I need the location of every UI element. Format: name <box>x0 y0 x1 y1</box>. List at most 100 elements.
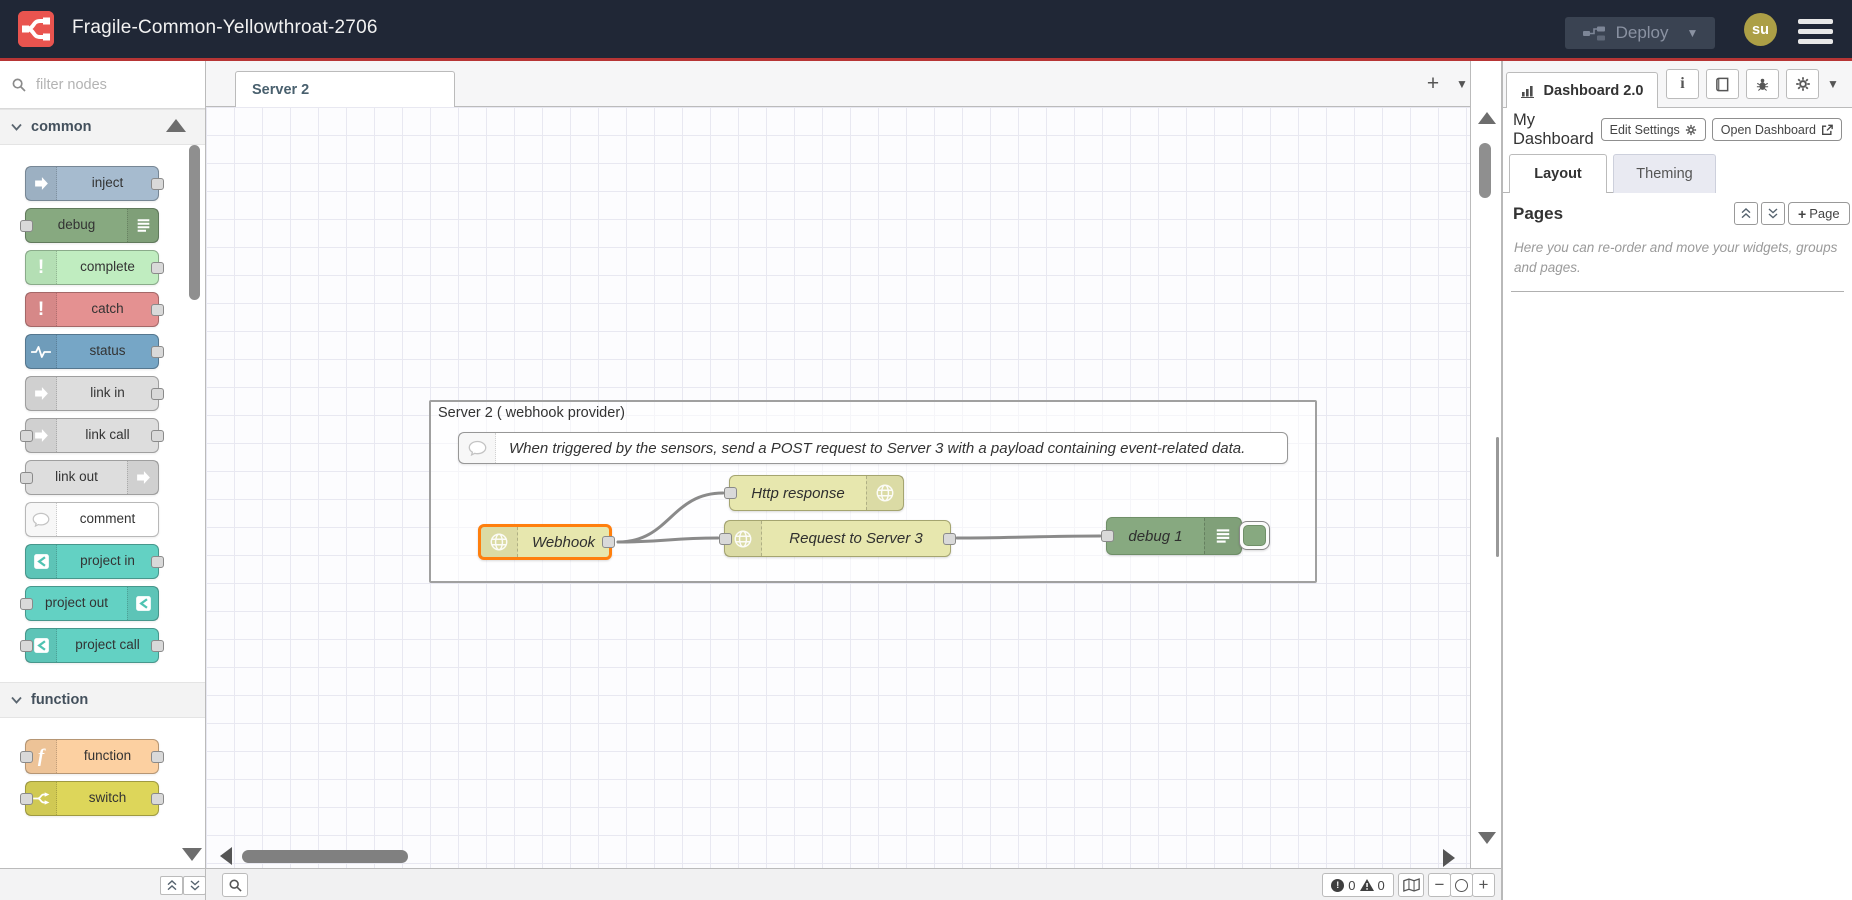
palette-node-label: project call <box>57 629 158 662</box>
node-label: Request to Server 3 <box>762 521 950 556</box>
tab-server-2[interactable]: Server 2 <box>235 71 455 107</box>
debug-button[interactable] <box>1746 69 1779 99</box>
navigator-button[interactable] <box>1398 873 1424 897</box>
palette-node-link-in[interactable]: link in <box>25 376 159 411</box>
output-port[interactable] <box>151 178 164 190</box>
output-port[interactable] <box>602 536 615 548</box>
input-port[interactable] <box>724 487 737 499</box>
search-input[interactable] <box>34 76 178 94</box>
input-port[interactable] <box>20 793 33 805</box>
help-button[interactable] <box>1706 69 1739 99</box>
input-port[interactable] <box>20 472 33 484</box>
palette-node-link-call[interactable]: link call <box>25 418 159 453</box>
output-port[interactable] <box>151 388 164 400</box>
category-header-function[interactable]: function <box>0 682 205 718</box>
header-bar: Fragile-Common-Yellowthroat-2706 Deploy … <box>0 0 1852 58</box>
node-webhook[interactable]: Webhook <box>478 524 612 560</box>
input-port[interactable] <box>1101 530 1114 542</box>
palette-node-project-call[interactable]: project call <box>25 628 159 663</box>
group-title: Server 2 ( webhook provider) <box>438 405 625 421</box>
palette-node-label: complete <box>57 251 158 284</box>
input-port[interactable] <box>20 430 33 442</box>
palette-scroll-down[interactable] <box>182 848 202 861</box>
node-http-response[interactable]: Http response <box>729 475 904 511</box>
config-button[interactable] <box>1786 69 1819 99</box>
zoom-reset-button[interactable] <box>1450 873 1473 897</box>
flow-list-chevron-icon[interactable]: ▼ <box>1456 77 1468 91</box>
add-flow-button[interactable]: + <box>1418 69 1448 99</box>
palette-node-comment[interactable]: comment <box>25 502 159 537</box>
canvas-search-button[interactable] <box>222 873 248 897</box>
palette-node-switch[interactable]: switch <box>25 781 159 816</box>
palette-node-project-out[interactable]: project out <box>25 586 159 621</box>
palette-node-link-out[interactable]: link out <box>25 460 159 495</box>
comment-node[interactable]: When triggered by the sensors, send a PO… <box>458 432 1288 464</box>
sidebar-resize-grip[interactable] <box>1496 437 1499 557</box>
palette-node-inject[interactable]: inject <box>25 166 159 201</box>
v-scroll-up[interactable] <box>1478 112 1496 124</box>
chevron-down-icon[interactable]: ▼ <box>1687 26 1699 40</box>
tab-dashboard-2-0[interactable]: Dashboard 2.0 <box>1506 72 1658 108</box>
palette-scrollbar-thumb[interactable] <box>189 145 200 300</box>
v-scroll-down[interactable] <box>1478 832 1496 844</box>
palette-scroll-up[interactable] <box>166 119 186 132</box>
palette-node-catch[interactable]: !catch <box>25 292 159 327</box>
output-port[interactable] <box>151 793 164 805</box>
move-page-down-button[interactable] <box>1761 202 1785 225</box>
palette-node-complete[interactable]: !complete <box>25 250 159 285</box>
output-port[interactable] <box>151 304 164 316</box>
gear-icon <box>1685 124 1697 136</box>
move-page-up-button[interactable] <box>1734 202 1758 225</box>
output-port[interactable] <box>151 556 164 568</box>
tab-layout[interactable]: Layout <box>1509 154 1607 193</box>
edit-settings-button[interactable]: Edit Settings <box>1601 118 1706 141</box>
debug-toggle-button[interactable] <box>1239 521 1270 550</box>
tab-theming[interactable]: Theming <box>1613 154 1716 193</box>
input-port[interactable] <box>719 533 732 545</box>
chevron-down-icon <box>11 123 22 131</box>
flow-canvas[interactable]: Server 2 ( webhook provider) When trigge… <box>206 107 1470 868</box>
palette-node-project-in[interactable]: project in <box>25 544 159 579</box>
open-dashboard-button[interactable]: Open Dashboard <box>1712 118 1842 141</box>
palette-node-function[interactable]: ffunction <box>25 739 159 774</box>
input-port[interactable] <box>20 220 33 232</box>
h-scrollbar-thumb[interactable] <box>242 850 408 863</box>
output-port[interactable] <box>151 262 164 274</box>
info-button[interactable]: i <box>1666 69 1699 99</box>
arrow-icon <box>26 377 57 410</box>
output-port[interactable] <box>151 640 164 652</box>
zoom-out-button[interactable]: − <box>1428 873 1451 897</box>
deploy-button[interactable]: Deploy ▼ <box>1565 17 1715 49</box>
expand-all-button[interactable] <box>183 876 206 895</box>
avatar[interactable]: su <box>1744 13 1777 46</box>
page-title: Fragile-Common-Yellowthroat-2706 <box>72 17 378 39</box>
chevron-down-icon[interactable]: ▼ <box>1827 77 1839 91</box>
node-debug-1[interactable]: debug 1 <box>1106 517 1242 555</box>
palette-node-debug[interactable]: debug <box>25 208 159 243</box>
input-port[interactable] <box>20 751 33 763</box>
comment-icon <box>26 503 57 536</box>
palette-search[interactable] <box>0 61 205 109</box>
collapse-all-button[interactable] <box>160 876 183 895</box>
hamburger-icon[interactable] <box>1798 19 1833 49</box>
add-page-button[interactable]: + Page <box>1788 202 1850 225</box>
speech-bubble-icon <box>459 433 496 463</box>
h-scroll-left[interactable] <box>220 847 232 865</box>
notification-counts[interactable]: ! 0 0 <box>1322 873 1394 897</box>
double-chevron-up-icon <box>167 880 177 891</box>
output-port[interactable] <box>151 751 164 763</box>
palette-node-label: project out <box>26 587 127 620</box>
node-request-to-server-3[interactable]: Request to Server 3 <box>724 520 951 557</box>
h-scroll-right[interactable] <box>1443 849 1455 867</box>
sidebar-tab-bar: Dashboard 2.0 i <box>1503 61 1852 108</box>
input-port[interactable] <box>20 640 33 652</box>
pages-helper-text: Here you can re-order and move your widg… <box>1514 238 1844 277</box>
v-scrollbar-thumb[interactable] <box>1479 143 1491 198</box>
output-port[interactable] <box>151 430 164 442</box>
output-port[interactable] <box>151 346 164 358</box>
deploy-nodes-icon <box>1582 25 1606 41</box>
palette-node-status[interactable]: status <box>25 334 159 369</box>
zoom-in-button[interactable]: + <box>1472 873 1495 897</box>
input-port[interactable] <box>20 598 33 610</box>
output-port[interactable] <box>943 533 956 545</box>
